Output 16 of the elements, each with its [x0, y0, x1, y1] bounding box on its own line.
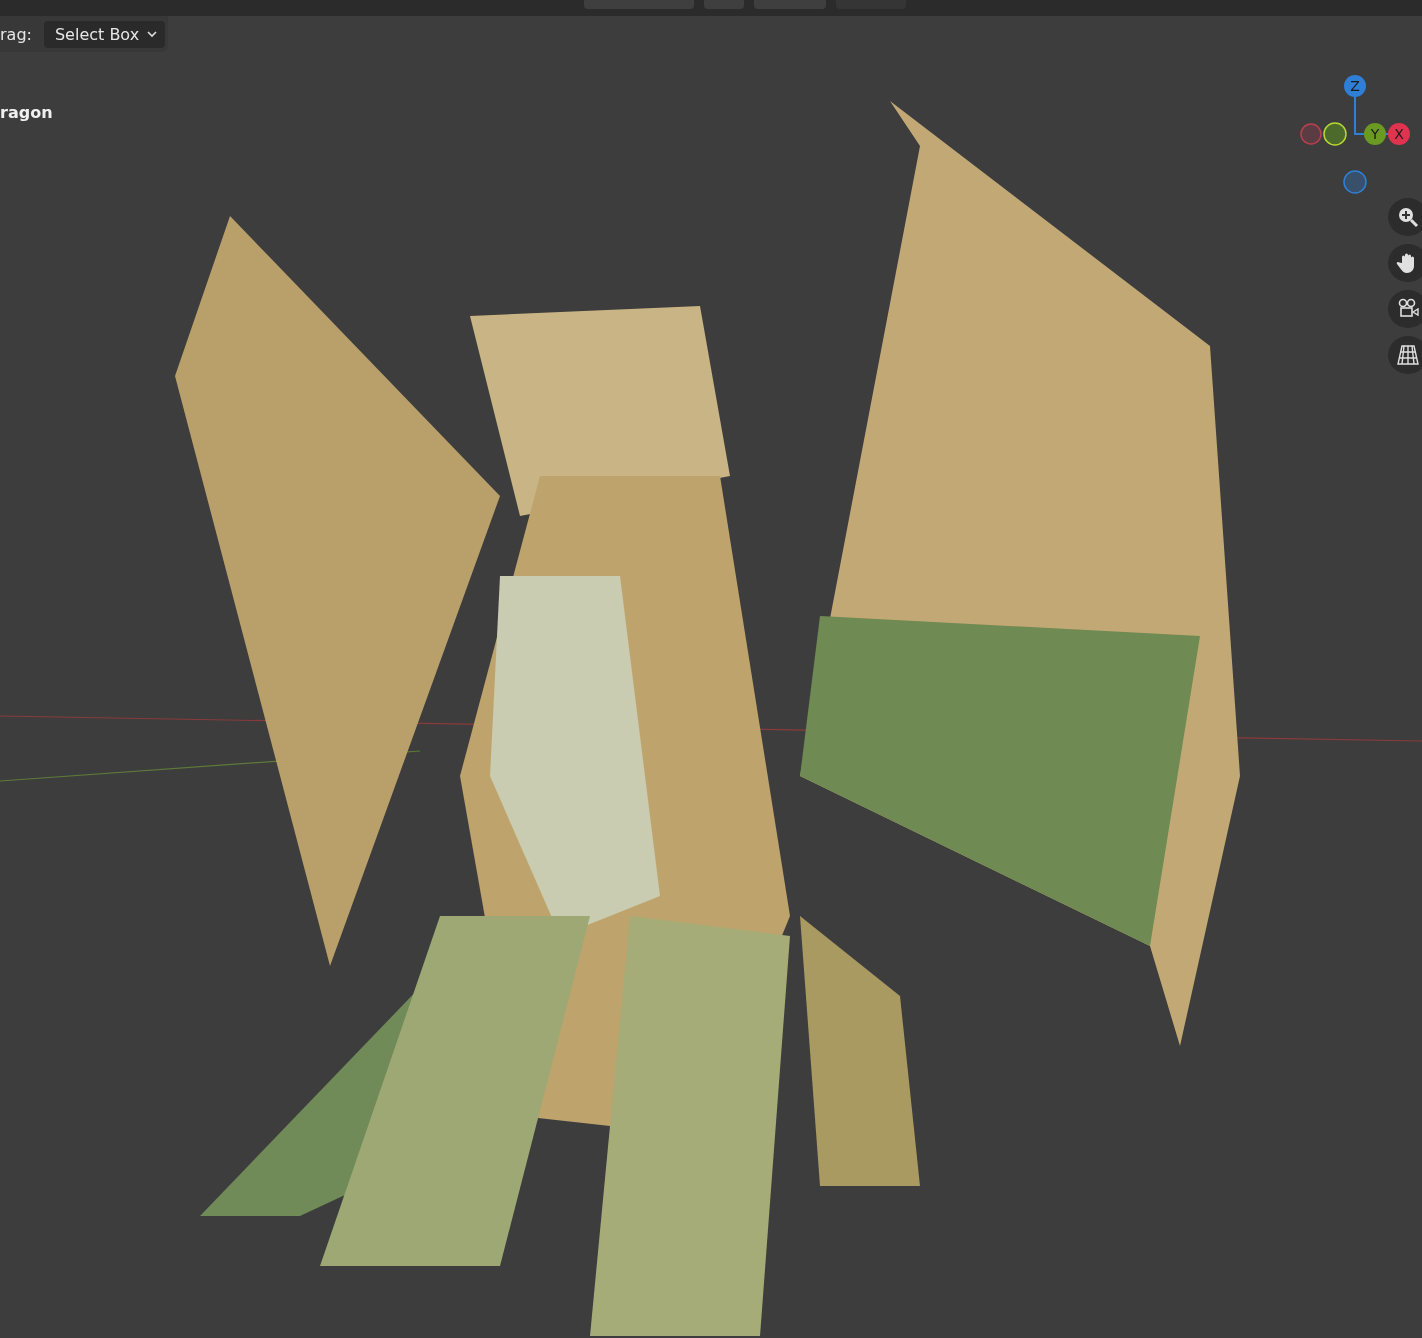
- perspective-toggle-button[interactable]: [1388, 336, 1422, 374]
- zoom-icon: [1396, 205, 1420, 229]
- drag-label: rag:: [0, 24, 32, 44]
- pan-button[interactable]: [1388, 244, 1422, 282]
- axis-handle[interactable]: X: [1388, 123, 1410, 145]
- negative-z-axis-handle[interactable]: [1343, 170, 1367, 194]
- zoom-button[interactable]: [1388, 198, 1422, 236]
- object-name: ragon: [0, 103, 53, 122]
- axis-handle[interactable]: Z: [1344, 75, 1366, 97]
- axis-handle[interactable]: Y: [1364, 123, 1386, 145]
- select-box-dropdown[interactable]: Select Box: [43, 20, 166, 48]
- grid-icon: [1396, 343, 1420, 367]
- negative-x-axis-handle[interactable]: [1300, 123, 1322, 145]
- chevron-down-icon: [147, 30, 158, 38]
- camera-view-button[interactable]: [1388, 290, 1422, 328]
- negative-y-axis-handle[interactable]: [1323, 122, 1347, 146]
